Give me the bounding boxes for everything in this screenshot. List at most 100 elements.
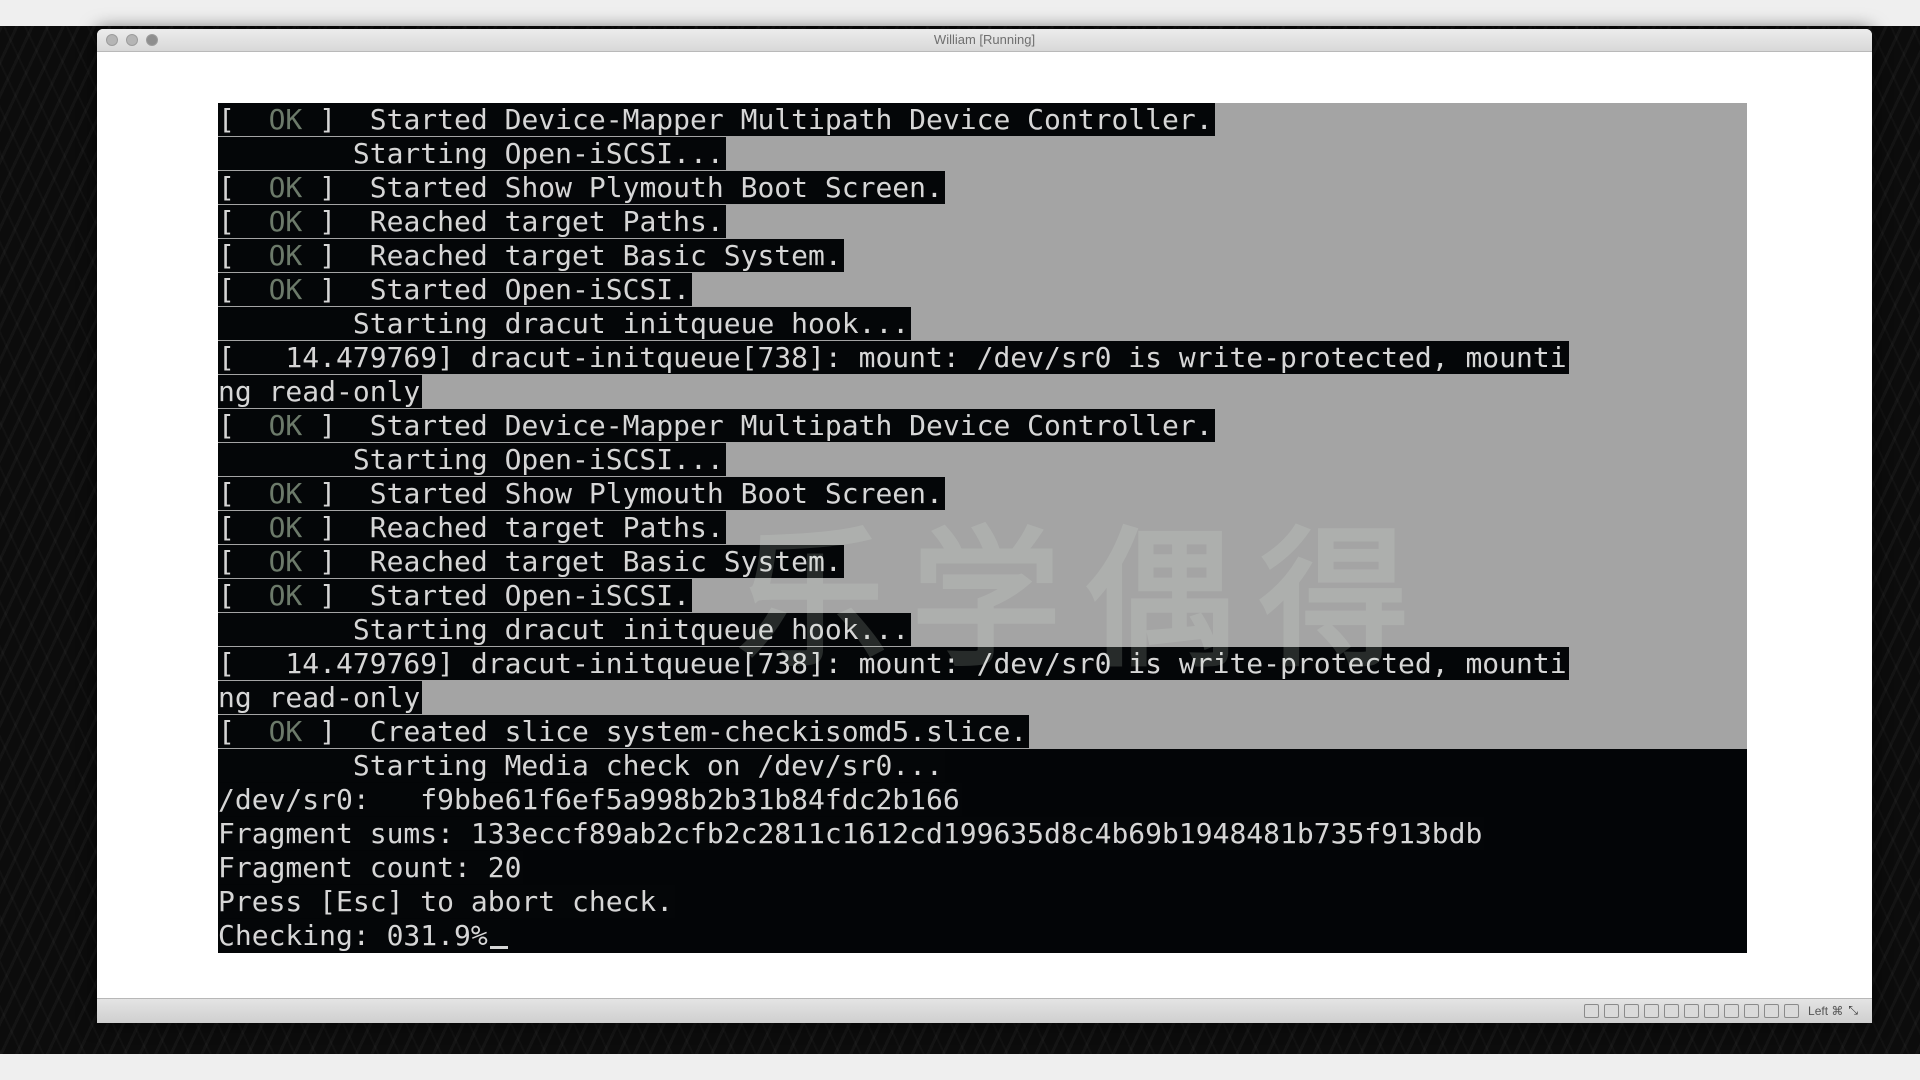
ok-status-label: OK [268, 477, 303, 510]
console-message: ] Reached target Basic System. [302, 239, 842, 272]
console-line-text: [ OK ] Reached target Basic System. [218, 545, 844, 578]
audio-icon[interactable] [1624, 1003, 1640, 1018]
guest-console-screen[interactable]: [ OK ] Started Device-Mapper Multipath D… [218, 103, 1747, 953]
console-line-text: Fragment count: 20 [218, 851, 524, 884]
console-line: [ OK ] Started Device-Mapper Multipath D… [218, 103, 1747, 137]
window-title: William [Running] [933, 32, 1036, 47]
capture-icon[interactable] [1724, 1003, 1740, 1018]
console-message: Checking: 031.9% [218, 919, 488, 952]
console-line: [ OK ] Reached target Paths. [218, 511, 1747, 545]
status-bracket: [ [218, 545, 269, 578]
console-message: [ 14.479769] dracut-initqueue[738]: moun… [218, 647, 1567, 680]
console-line-text: Starting dracut initqueue hook... [218, 307, 912, 340]
shared-folder-icon[interactable] [1684, 1003, 1700, 1018]
console-line-text: Starting dracut initqueue hook... [218, 613, 912, 646]
status-icons: Left ⌘ ⤡ [1584, 1003, 1858, 1018]
console-line: [ OK ] Reached target Paths. [218, 205, 1747, 239]
disk-icon[interactable] [1584, 1003, 1600, 1018]
console-line-text: ng read-only [218, 375, 423, 408]
console-message: ] Reached target Paths. [302, 511, 724, 544]
usb-icon[interactable] [1664, 1003, 1680, 1018]
ok-status-label: OK [268, 511, 303, 544]
console-line: Press [Esc] to abort check. [218, 885, 1747, 919]
console-line: Starting dracut initqueue hook... [218, 613, 1747, 647]
console-line: [ OK ] Reached target Basic System. [218, 545, 1747, 579]
console-message: [ 14.479769] dracut-initqueue[738]: moun… [218, 341, 1567, 374]
console-line-text: [ OK ] Started Device-Mapper Multipath D… [218, 409, 1215, 442]
console-line-text: [ 14.479769] dracut-initqueue[738]: moun… [218, 341, 1569, 374]
console-line: Starting dracut initqueue hook... [218, 307, 1747, 341]
ok-status-label: OK [268, 579, 303, 612]
console-line-text: [ OK ] Started Show Plymouth Boot Screen… [218, 171, 945, 204]
console-line: [ OK ] Started Open-iSCSI. [218, 273, 1747, 307]
display-icon[interactable] [1704, 1003, 1720, 1018]
console-message: ] Started Open-iSCSI. [302, 579, 691, 612]
ok-status-label: OK [268, 239, 303, 272]
console-line: [ 14.479769] dracut-initqueue[738]: moun… [218, 647, 1747, 681]
console-line-text: [ OK ] Created slice system-checkisomd5.… [218, 715, 1030, 748]
console-line-text: Starting Open-iSCSI... [218, 443, 726, 476]
console-message: /dev/sr0: f9bbe61f6ef5a998b2b31b84fdc2b1… [218, 783, 960, 816]
console-line-text: Starting Media check on /dev/sr0... [218, 749, 945, 782]
console-line: Checking: 031.9% [218, 919, 1747, 953]
console-line-text: [ OK ] Reached target Basic System. [218, 239, 844, 272]
console-message: Starting Open-iSCSI... [218, 443, 724, 476]
status-bracket: [ [218, 409, 269, 442]
console-message: Starting dracut initqueue hook... [218, 307, 910, 340]
console-message: ] Started Device-Mapper Multipath Device… [302, 103, 1213, 136]
console-line-text: Checking: 031.9% [218, 919, 510, 952]
console-message: ] Started Open-iSCSI. [302, 273, 691, 306]
console-message: Starting Open-iSCSI... [218, 137, 724, 170]
console-line: ng read-only [218, 375, 1747, 409]
console-line: [ OK ] Reached target Basic System. [218, 239, 1747, 273]
console-message: Fragment sums: 133eccf89ab2cfb2c2811c161… [218, 817, 1483, 850]
status-bracket: [ [218, 171, 269, 204]
keyboard-icon[interactable] [1764, 1003, 1780, 1018]
cpu-icon[interactable] [1744, 1003, 1760, 1018]
console-line: [ OK ] Created slice system-checkisomd5.… [218, 715, 1747, 749]
status-bracket: [ [218, 477, 269, 510]
console-line: ng read-only [218, 681, 1747, 715]
console-line-text: /dev/sr0: f9bbe61f6ef5a998b2b31b84fdc2b1… [218, 783, 962, 816]
console-line: Starting Media check on /dev/sr0... [218, 749, 1747, 783]
status-bracket: [ [218, 511, 269, 544]
console-message: ] Created slice system-checkisomd5.slice… [302, 715, 1028, 748]
ok-status-label: OK [268, 171, 303, 204]
window-titlebar[interactable]: William [Running] [97, 29, 1872, 52]
console-line: Starting Open-iSCSI... [218, 443, 1747, 477]
console-line: [ 14.479769] dracut-initqueue[738]: moun… [218, 341, 1747, 375]
console-line-text: [ OK ] Started Open-iSCSI. [218, 273, 693, 306]
console-line-text: [ OK ] Reached target Paths. [218, 205, 726, 238]
vm-status-bar: Left ⌘ ⤡ [97, 998, 1872, 1023]
console-line-text: [ OK ] Started Show Plymouth Boot Screen… [218, 477, 945, 510]
console-line-text: Press [Esc] to abort check. [218, 885, 676, 918]
console-message: ] Reached target Paths. [302, 205, 724, 238]
status-bracket: [ [218, 273, 269, 306]
console-line: Starting Open-iSCSI... [218, 137, 1747, 171]
status-bracket: [ [218, 103, 269, 136]
optical-icon[interactable] [1604, 1003, 1620, 1018]
console-line-text: [ OK ] Started Device-Mapper Multipath D… [218, 103, 1215, 136]
console-message: Starting Media check on /dev/sr0... [218, 749, 943, 782]
console-line: [ OK ] Started Device-Mapper Multipath D… [218, 409, 1747, 443]
resize-grip-icon[interactable]: ⤡ [1848, 1003, 1858, 1018]
status-bracket: [ [218, 715, 269, 748]
console-line-text: Fragment sums: 133eccf89ab2cfb2c2811c161… [218, 817, 1485, 850]
status-bracket: [ [218, 239, 269, 272]
console-message: Starting dracut initqueue hook... [218, 613, 910, 646]
status-bracket: [ [218, 579, 269, 612]
text-cursor [489, 946, 508, 949]
console-message: Fragment count: 20 [218, 851, 522, 884]
ok-status-label: OK [268, 103, 303, 136]
ok-status-label: OK [268, 273, 303, 306]
host-key-label: Left ⌘ [1808, 1003, 1844, 1018]
network-icon[interactable] [1644, 1003, 1660, 1018]
console-line-text: Starting Open-iSCSI... [218, 137, 726, 170]
console-line: [ OK ] Started Show Plymouth Boot Screen… [218, 477, 1747, 511]
console-message: ] Reached target Basic System. [302, 545, 842, 578]
console-line-text: ng read-only [218, 681, 423, 714]
console-message: ng read-only [218, 375, 421, 408]
mouse-icon[interactable] [1784, 1003, 1800, 1018]
ok-status-label: OK [268, 715, 303, 748]
ok-status-label: OK [268, 545, 303, 578]
